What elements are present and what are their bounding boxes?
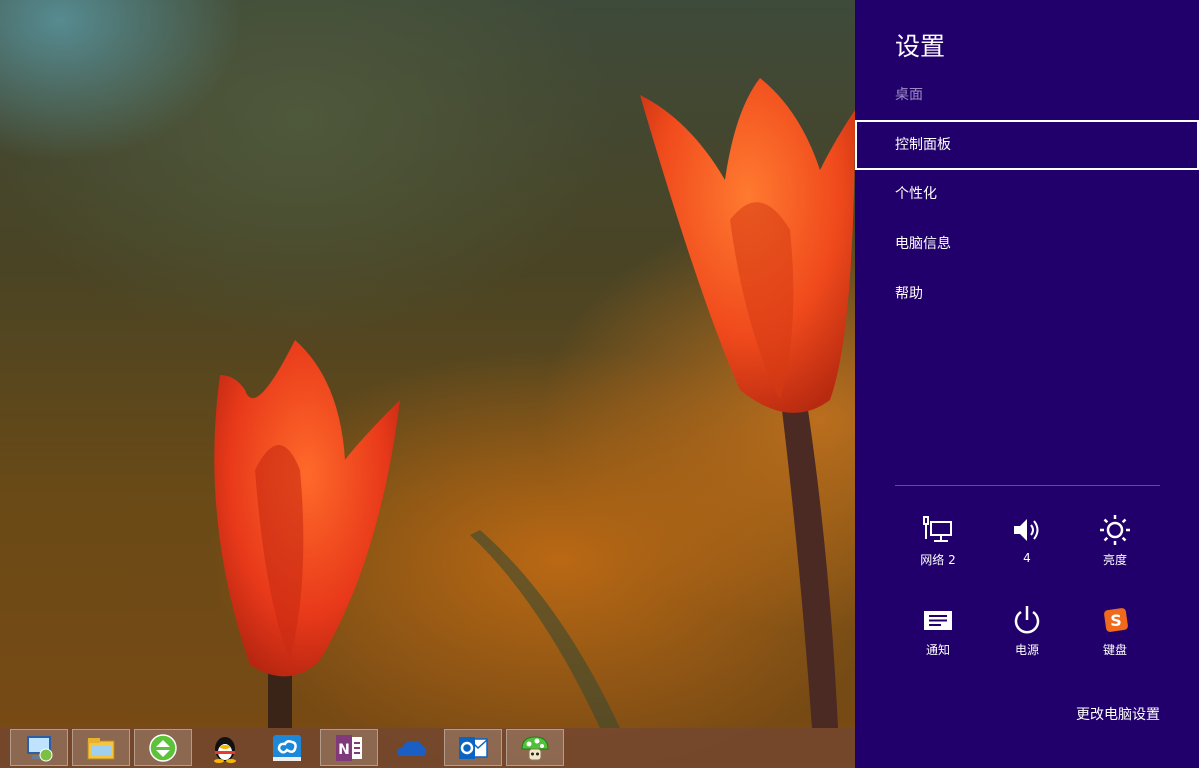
quick-tile-power-label: 电源 bbox=[1014, 643, 1039, 657]
onedrive-icon bbox=[397, 740, 427, 756]
menu-item-control-panel[interactable]: 控制面板 bbox=[855, 120, 1199, 170]
taskbar-app-cloud-sync[interactable] bbox=[258, 729, 316, 766]
change-pc-settings-link[interactable]: 更改电脑设置 bbox=[1076, 704, 1160, 724]
quick-tile-volume-label: 4 bbox=[1023, 551, 1031, 565]
onenote-icon: N bbox=[336, 734, 362, 761]
remote-desktop-icon bbox=[27, 735, 53, 761]
quick-tile-notifications-label: 通知 bbox=[925, 643, 950, 657]
svg-text:N: N bbox=[338, 742, 350, 758]
menu-item-personalization[interactable]: 个性化 bbox=[855, 170, 1199, 220]
quick-tile-power[interactable]: 电源 bbox=[987, 602, 1067, 662]
volume-icon bbox=[1014, 519, 1039, 541]
desktop-wallpaper: N bbox=[0, 0, 855, 768]
quick-tile-keyboard[interactable]: S 键盘 bbox=[1075, 602, 1155, 662]
taskbar-app-onedrive[interactable] bbox=[382, 729, 440, 766]
settings-charm-pane: 设置 桌面 控制面板 个性化 电脑信息 帮助 网络 2 4 亮度 通知 电源 S… bbox=[855, 0, 1199, 768]
quick-tile-keyboard-label: 键盘 bbox=[1102, 643, 1127, 657]
taskbar-app-green-refresh[interactable] bbox=[134, 729, 192, 766]
svg-text:S: S bbox=[1110, 611, 1122, 630]
quick-tile-network[interactable]: 网络 2 bbox=[898, 512, 978, 572]
outlook-icon bbox=[459, 736, 488, 759]
menu-item-help[interactable]: 帮助 bbox=[855, 270, 1199, 320]
quick-tile-notifications[interactable]: 通知 bbox=[898, 602, 978, 662]
network-icon bbox=[923, 516, 952, 542]
settings-context-label: 桌面 bbox=[895, 87, 923, 103]
mushroom-icon bbox=[521, 735, 549, 760]
taskbar-app-qq[interactable] bbox=[196, 729, 254, 766]
quick-tile-brightness-label: 亮度 bbox=[1102, 553, 1127, 567]
file-explorer-icon bbox=[87, 737, 115, 759]
quick-tile-volume[interactable]: 4 bbox=[987, 512, 1067, 572]
quick-tile-brightness[interactable]: 亮度 bbox=[1075, 512, 1155, 572]
power-icon bbox=[1014, 606, 1040, 634]
taskbar-app-mushroom[interactable] bbox=[506, 729, 564, 766]
notifications-icon bbox=[924, 611, 952, 630]
taskbar-app-outlook[interactable] bbox=[444, 729, 502, 766]
cloud-sync-icon bbox=[273, 734, 301, 761]
taskbar-app-file-explorer[interactable] bbox=[72, 729, 130, 766]
quick-tile-network-label: 网络 2 bbox=[920, 553, 956, 567]
menu-item-pc-info[interactable]: 电脑信息 bbox=[855, 220, 1199, 270]
settings-title: 设置 bbox=[895, 32, 946, 61]
taskbar-app-remote-desktop[interactable] bbox=[10, 729, 68, 766]
brightness-icon bbox=[1100, 515, 1130, 545]
quick-settings-divider bbox=[895, 485, 1160, 486]
refresh-green-icon bbox=[149, 733, 177, 762]
taskbar-app-onenote[interactable]: N bbox=[320, 729, 378, 766]
qq-penguin-icon bbox=[214, 736, 236, 763]
keyboard-ime-icon: S bbox=[1104, 608, 1128, 632]
tulip-wallpaper-image bbox=[214, 78, 855, 728]
taskbar: N bbox=[0, 728, 855, 768]
